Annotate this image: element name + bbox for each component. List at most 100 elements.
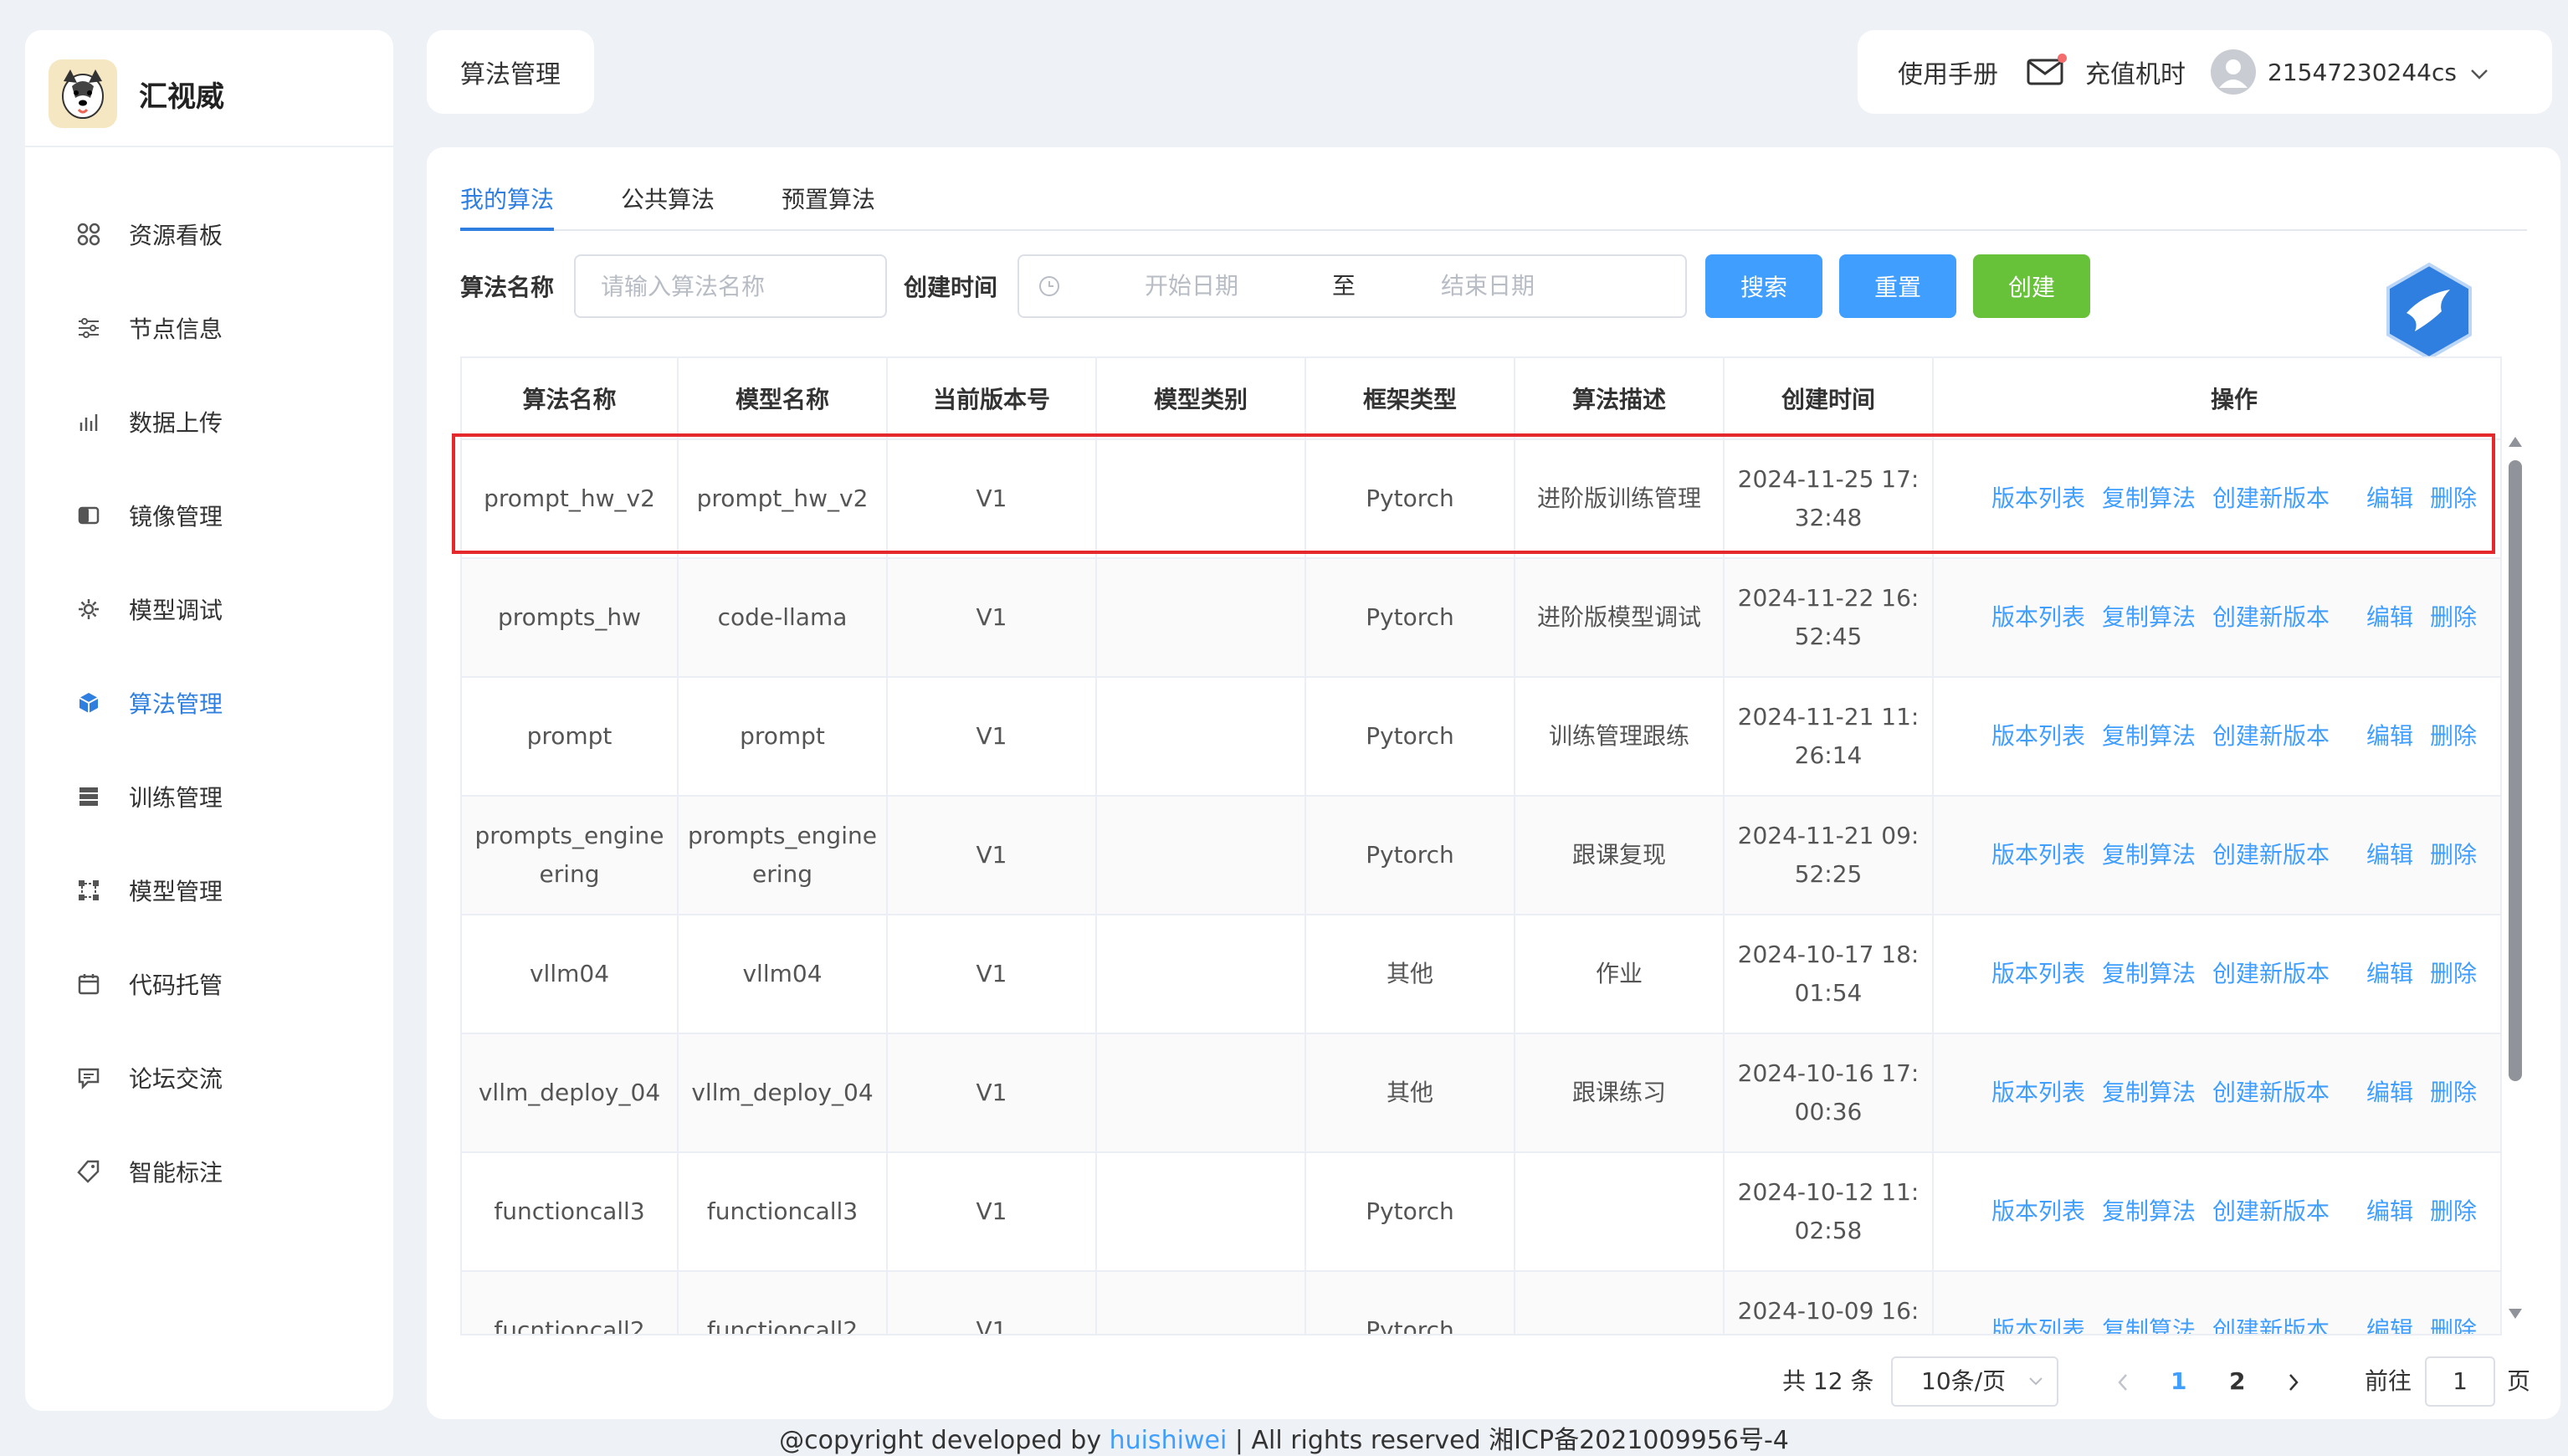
sidebar-item-8[interactable]: 代码托管 xyxy=(25,937,393,1031)
tab-public-algorithms[interactable]: 公共算法 xyxy=(621,179,715,229)
tab-preset-algorithms[interactable]: 预置算法 xyxy=(782,179,875,229)
copy-algorithm-link[interactable]: 复制算法 xyxy=(2102,1197,2196,1225)
username: 21547230244cs xyxy=(2268,58,2457,86)
sidebar-item-5[interactable]: 算法管理 xyxy=(25,656,393,750)
create-version-link[interactable]: 创建新版本 xyxy=(2212,722,2330,750)
scroll-thumb[interactable] xyxy=(2509,460,2522,1081)
recharge-link[interactable]: 充值机时 xyxy=(2085,54,2186,90)
sidebar-item-4[interactable]: 模型调试 xyxy=(25,562,393,656)
sidebar-item-3[interactable]: 镜像管理 xyxy=(25,469,393,562)
total-count: 共 12 条 xyxy=(1782,1367,1874,1395)
search-form: 算法名称 创建时间 开始日期 至 结束日期 搜索 重置 创建 xyxy=(460,254,2527,321)
algorithm-table: 算法名称 模型名称 当前版本号 模型类别 框架类型 算法描述 创建时间 操作 p… xyxy=(460,356,2502,1336)
page-size-select[interactable]: 10条/页 xyxy=(1891,1356,2058,1407)
sidebar-item-0[interactable]: 资源看板 xyxy=(25,187,393,281)
sidebar-item-9[interactable]: 论坛交流 xyxy=(25,1031,393,1125)
delete-link[interactable]: 删除 xyxy=(2430,603,2477,631)
scroll-up-icon[interactable] xyxy=(2509,437,2522,447)
goto-page-input[interactable]: 1 xyxy=(2425,1356,2495,1407)
version-list-link[interactable]: 版本列表 xyxy=(1991,841,2085,869)
version-list-link[interactable]: 版本列表 xyxy=(1991,722,2085,750)
brand-logo[interactable]: 汇视威 xyxy=(49,54,224,134)
sidebar-item-6[interactable]: 训练管理 xyxy=(25,750,393,843)
version-list-link[interactable]: 版本列表 xyxy=(1991,603,2085,631)
create-version-link[interactable]: 创建新版本 xyxy=(2212,1316,2330,1334)
delete-link[interactable]: 删除 xyxy=(2430,841,2477,869)
page-1[interactable]: 1 xyxy=(2171,1352,2186,1411)
copy-algorithm-link[interactable]: 复制算法 xyxy=(2102,841,2196,869)
sidebar-item-7[interactable]: 模型管理 xyxy=(25,843,393,937)
delete-link[interactable]: 删除 xyxy=(2430,1316,2477,1334)
edit-link[interactable]: 编辑 xyxy=(2366,1197,2413,1225)
next-page-icon[interactable] xyxy=(2288,1352,2299,1411)
edit-link[interactable]: 编辑 xyxy=(2366,722,2413,750)
tab-my-algorithms[interactable]: 我的算法 xyxy=(460,179,555,231)
start-date[interactable]: 开始日期 xyxy=(1145,256,1238,316)
delete-link[interactable]: 删除 xyxy=(2430,484,2477,512)
edit-link[interactable]: 编辑 xyxy=(2366,841,2413,869)
create-version-link[interactable]: 创建新版本 xyxy=(2212,1197,2330,1225)
cell-actions: 版本列表 复制算法 创建新版本 编辑 删除 xyxy=(1933,558,2500,678)
version-list-link[interactable]: 版本列表 xyxy=(1991,1197,2085,1225)
delete-link[interactable]: 删除 xyxy=(2430,1197,2477,1225)
copy-algorithm-link[interactable]: 复制算法 xyxy=(2102,1316,2196,1334)
create-version-link[interactable]: 创建新版本 xyxy=(2212,484,2330,512)
create-version-link[interactable]: 创建新版本 xyxy=(2212,841,2330,869)
network-icon xyxy=(72,874,105,907)
cell-created: 2024-11-21 11:26:14 xyxy=(1724,677,1934,797)
sidebar-item-10[interactable]: 智能标注 xyxy=(25,1125,393,1218)
date-range-picker[interactable]: 开始日期 至 结束日期 xyxy=(1017,254,1687,318)
version-list-link[interactable]: 版本列表 xyxy=(1991,960,2085,987)
cell-description: 进阶版模型调试 xyxy=(1515,558,1725,678)
create-version-link[interactable]: 创建新版本 xyxy=(2212,603,2330,631)
tag-icon xyxy=(72,1155,105,1188)
edit-link[interactable]: 编辑 xyxy=(2366,1079,2413,1106)
header-description: 算法描述 xyxy=(1515,358,1725,440)
mail-icon[interactable] xyxy=(2027,54,2067,85)
prev-page-icon[interactable] xyxy=(2117,1352,2129,1411)
copy-algorithm-link[interactable]: 复制算法 xyxy=(2102,960,2196,987)
header-created: 创建时间 xyxy=(1724,358,1934,440)
cell-model-category xyxy=(1096,1152,1306,1272)
version-list-link[interactable]: 版本列表 xyxy=(1991,484,2085,512)
algo-name-input[interactable] xyxy=(576,256,885,316)
edit-link[interactable]: 编辑 xyxy=(2366,1316,2413,1334)
version-list-link[interactable]: 版本列表 xyxy=(1991,1079,2085,1106)
scroll-down-icon[interactable] xyxy=(2509,1309,2522,1319)
delete-link[interactable]: 删除 xyxy=(2430,722,2477,750)
create-button[interactable]: 创建 xyxy=(1973,254,2090,318)
version-list-link[interactable]: 版本列表 xyxy=(1991,1316,2085,1334)
end-date[interactable]: 结束日期 xyxy=(1441,256,1535,316)
cell-version: V1 xyxy=(887,439,1097,559)
sidebar-item-1[interactable]: 节点信息 xyxy=(25,281,393,375)
copy-algorithm-link[interactable]: 复制算法 xyxy=(2102,722,2196,750)
user-manual-link[interactable]: 使用手册 xyxy=(1898,54,1998,90)
cell-framework: Pytorch xyxy=(1305,439,1515,559)
create-version-link[interactable]: 创建新版本 xyxy=(2212,960,2330,987)
footer-link[interactable]: huishiwei xyxy=(1110,1426,1228,1455)
sidebar-divider xyxy=(25,146,393,147)
edit-link[interactable]: 编辑 xyxy=(2366,603,2413,631)
sidebar-item-2[interactable]: 数据上传 xyxy=(25,375,393,469)
edit-link[interactable]: 编辑 xyxy=(2366,960,2413,987)
sidebar: 汇视威 资源看板 节点信息 数据上传 镜像管理 模型调试 算法管理 训练管理 模型管理 代码托管… xyxy=(25,30,393,1411)
reset-button[interactable]: 重置 xyxy=(1839,254,1956,318)
copy-algorithm-link[interactable]: 复制算法 xyxy=(2102,484,2196,512)
table-scrollbar[interactable] xyxy=(2505,437,2524,1319)
create-version-link[interactable]: 创建新版本 xyxy=(2212,1079,2330,1106)
bird-assistant-icon[interactable] xyxy=(2383,261,2475,361)
create-time-label: 创建时间 xyxy=(904,274,998,301)
copy-algorithm-link[interactable]: 复制算法 xyxy=(2102,603,2196,631)
cell-created: 2024-11-21 09:52:25 xyxy=(1724,796,1934,915)
page-2[interactable]: 2 xyxy=(2229,1352,2245,1411)
copy-algorithm-link[interactable]: 复制算法 xyxy=(2102,1079,2196,1106)
cell-description: 训练管理跟练 xyxy=(1515,677,1725,797)
user-menu[interactable]: 21547230244cs xyxy=(2211,49,2489,95)
search-button[interactable]: 搜索 xyxy=(1705,254,1822,318)
edit-link[interactable]: 编辑 xyxy=(2366,484,2413,512)
algo-name-label: 算法名称 xyxy=(460,274,555,301)
table-row: fucntioncall2 functioncall2 V1 Pytorch 2024-… xyxy=(462,1271,2500,1334)
header-version: 当前版本号 xyxy=(887,358,1097,440)
delete-link[interactable]: 删除 xyxy=(2430,960,2477,987)
delete-link[interactable]: 删除 xyxy=(2430,1079,2477,1106)
